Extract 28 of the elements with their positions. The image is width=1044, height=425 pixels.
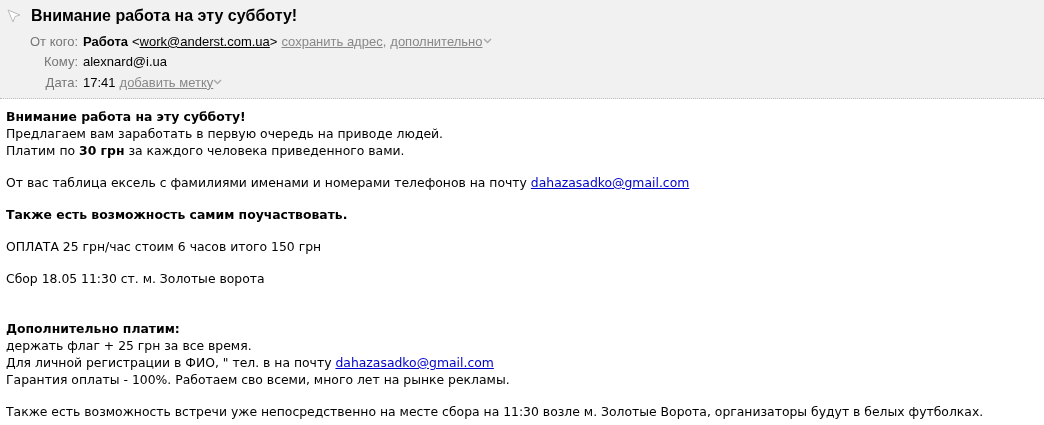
sender-name: Работа: [83, 33, 128, 49]
body-text: ОПЛАТА 25 грн/час стоим 6 часов итого 150 грн: [6, 238, 323, 255]
pointer-icon[interactable]: [7, 9, 21, 23]
body-text: держать флаг + 25 грн за все время.: [6, 337, 253, 354]
email-subject: Внимание работа на эту субботу!: [31, 7, 298, 25]
bracket-text: >: [269, 33, 278, 49]
body-text: Также есть возможность встречи уже непосредственно на месте сбора на 11:30 возле м. Золотые Ворота, организаторы будут в белых футболках.: [6, 403, 985, 420]
bracket-text: <: [132, 33, 140, 49]
body-text: Предлагаем вам заработать в первую очередь на приводе людей.: [6, 125, 445, 142]
field-label: Кому:: [43, 54, 79, 70]
body-text: Платим по 30 грн за каждого человека приведенного вами.: [6, 142, 406, 159]
field-label: От кого:: [28, 33, 79, 49]
chevron-down-icon[interactable]: [213, 79, 223, 86]
separator-text: ,: [382, 33, 387, 49]
body-text: Для личной регистрации в ФИО, " тел. в на почту dahazasadko@gmail.com: [6, 354, 495, 371]
bold-text: Дополнительно платим:: [6, 320, 181, 337]
field-label: Дата:: [44, 74, 79, 90]
body-text: От вас таблица ексель с фамилиями именами и номерами телефонов на почту dahazasadko@gmail.com: [6, 174, 691, 191]
bold-text: Внимание работа на эту субботу!: [6, 108, 247, 125]
body-text: Сбор 18.05 11:30 ст. м. Золотые ворота: [6, 270, 266, 287]
bold-text: Также есть возможность самим поучаствовать.: [6, 206, 349, 223]
recipient-email: alexnard@i.ua: [83, 54, 168, 70]
date-value: 17:41: [83, 74, 116, 90]
email-link[interactable]: dahazasadko@gmail.com: [530, 175, 690, 190]
body-text: Гарантия оплаты - 100%. Работаем сво всеми, много лет на рынке рекламы.: [6, 371, 511, 388]
email-link[interactable]: dahazasadko@gmail.com: [335, 355, 494, 370]
sender-email-link[interactable]: work@anderst.com.ua: [139, 33, 270, 49]
chevron-down-icon[interactable]: [482, 38, 492, 45]
